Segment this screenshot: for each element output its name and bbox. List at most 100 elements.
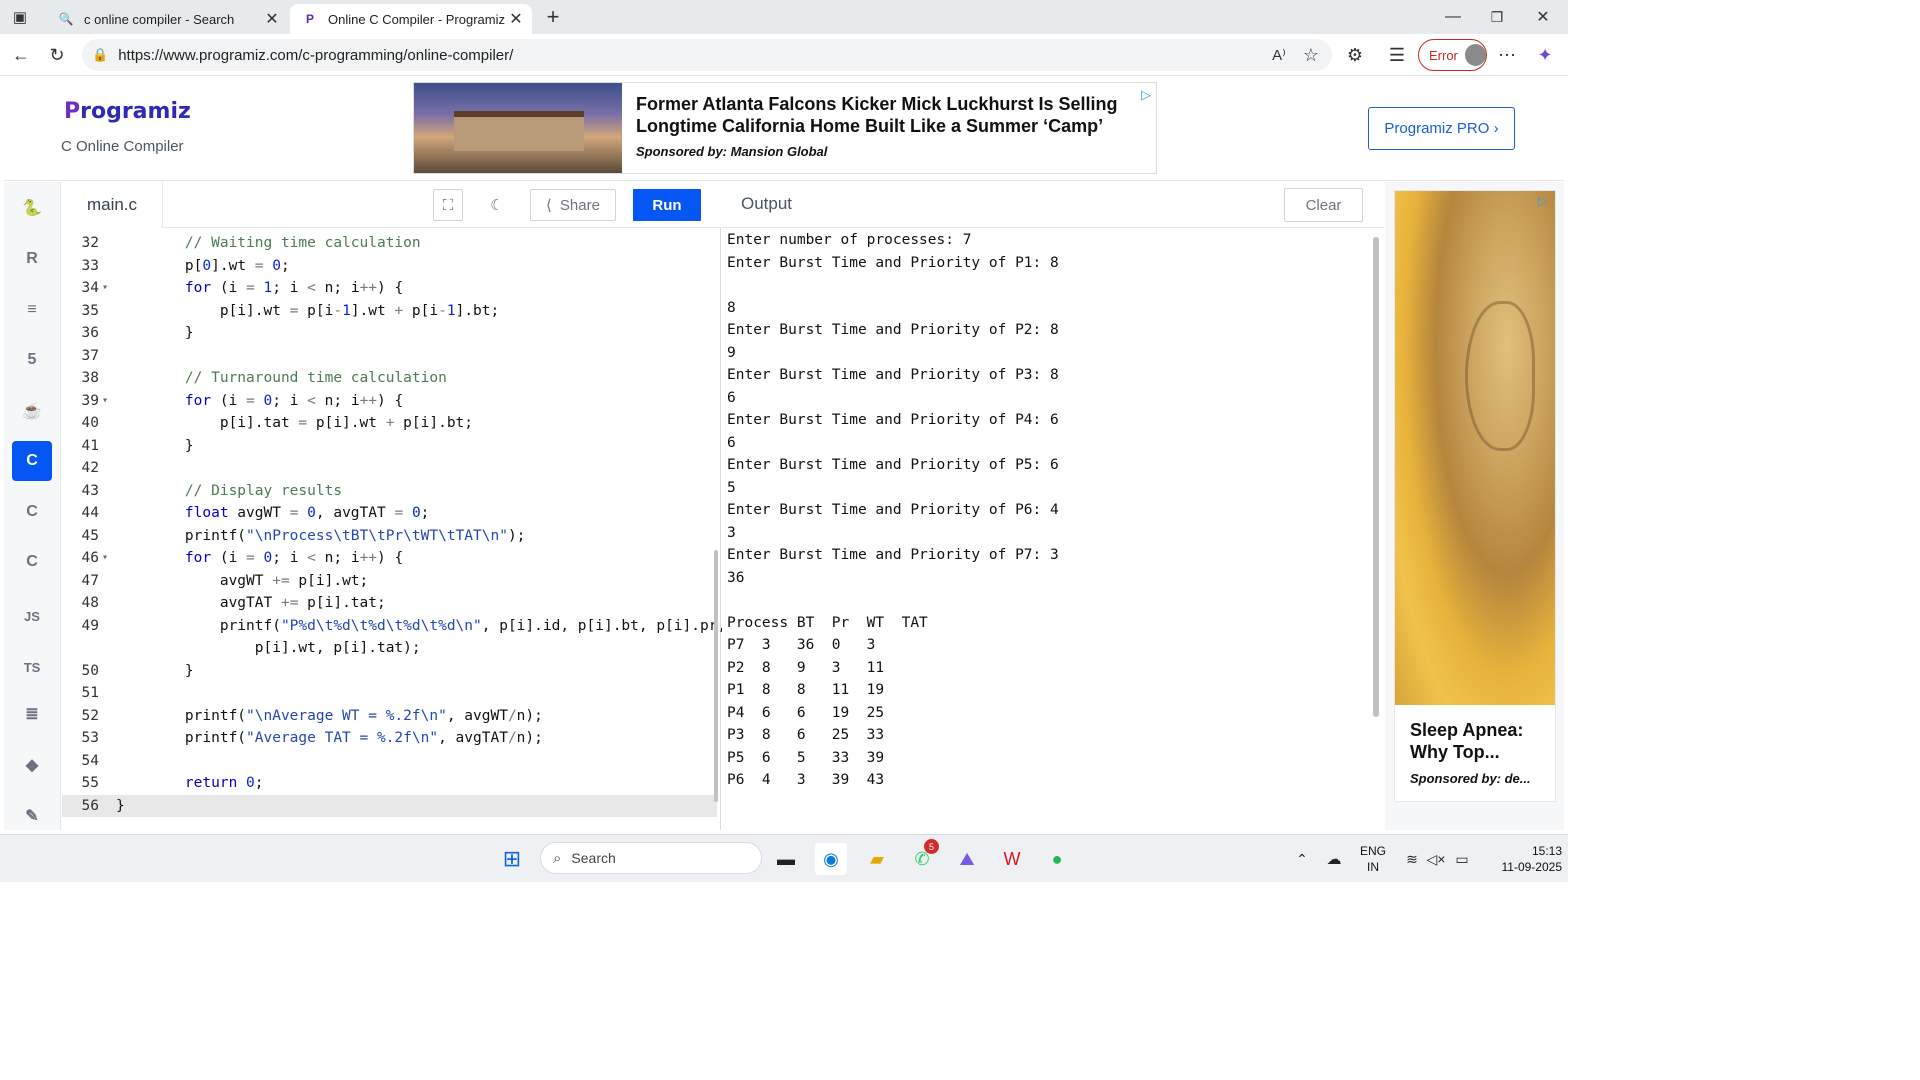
code-area[interactable]: 32 // Waiting time calculation 33 p[0].wt… [62,232,727,817]
refresh-icon[interactable]: ↻ [44,42,70,68]
windows-taskbar: ⊞ ⌕ Search ▬ ◉ ▰ ✆ 5 ⛰ W ● ⌃ ☁ ENG IN ≋ ◁×… [0,834,1568,882]
onedrive-icon[interactable]: ☁ [1318,843,1350,875]
code-line[interactable]: 37 [62,345,717,368]
code-line[interactable]: 36 } [62,322,717,345]
code-line[interactable]: 56} [62,794,717,817]
fold-arrow-icon[interactable]: ▾ [102,547,108,570]
chevron-up-icon[interactable]: ⌃ [1286,843,1318,875]
windows-start-icon[interactable]: ⊞ [496,843,528,875]
adchoices-icon[interactable]: ▷ [1538,193,1548,209]
close-window-icon[interactable]: ✕ [1530,4,1556,30]
code-line[interactable]: 53 printf("Average TAT = %.2f\n", avgTAT… [62,727,717,750]
ad-banner[interactable]: Former Atlanta Falcons Kicker Mick Luckh… [413,82,1157,174]
code-line[interactable]: p[i].wt, p[i].tat); [62,637,717,660]
copilot-icon[interactable]: ✦ [1532,42,1558,68]
edge-icon[interactable]: ◉ [815,843,847,875]
url-field[interactable]: 🔒 https://www.programiz.com/c-programmin… [82,39,1332,71]
fold-arrow-icon[interactable]: ▾ [102,390,108,413]
tab-actions-icon[interactable]: ▣ [8,6,32,28]
share-button[interactable]: ⟨ Share [530,189,616,221]
sidebar-item-cpp[interactable]: C [12,542,52,582]
sidebar-item-ts[interactable]: TS [12,647,52,687]
code-line[interactable]: 55 return 0; [62,772,717,795]
adchoices-icon[interactable]: ▷ [1141,87,1151,103]
extensions-icon[interactable]: ⚙ [1342,42,1368,68]
tab-programiz[interactable]: P Online C Compiler - Programiz ✕ [290,4,532,34]
restore-icon[interactable]: ❐ [1484,4,1510,30]
code-line[interactable]: 44 float avgWT = 0, avgTAT = 0; [62,502,717,525]
code-line[interactable]: 41 } [62,435,717,458]
code-line[interactable]: 38 // Turnaround time calculation [62,367,717,390]
sidebar-item-swift[interactable]: ◆ [12,745,52,785]
output-console[interactable]: Enter number of processes: 7 Enter Burst … [727,229,1059,792]
code-text: p[i].wt = p[i-1].wt + p[i-1].bt; [150,302,500,319]
error-label: Error [1429,47,1458,63]
code-line[interactable]: 40 p[i].tat = p[i].wt + p[i].bt; [62,412,717,435]
fullscreen-button[interactable]: ⛶ [433,189,463,221]
line-number: 41 [81,437,99,454]
sidebar-item-sql[interactable]: ≡ [12,290,52,330]
code-line[interactable]: 50 } [62,660,717,683]
code-line[interactable]: 33 p[0].wt = 0; [62,255,717,278]
sidebar-item-html[interactable]: 5 [12,340,52,380]
code-line[interactable]: 35 p[i].wt = p[i-1].wt + p[i-1].bt; [62,300,717,323]
taskbar-search[interactable]: ⌕ Search [540,842,762,874]
code-line[interactable]: 42 [62,457,717,480]
battery-icon[interactable]: ▭ [1446,843,1478,875]
sidebar-item-java[interactable]: ☕ [12,391,52,431]
code-text: // Turnaround time calculation [150,370,447,386]
output-scrollbar[interactable] [1373,237,1379,717]
clear-button[interactable]: Clear [1284,188,1363,222]
spotify-icon[interactable]: ● [1041,843,1073,875]
more-icon[interactable]: ⋯ [1494,42,1520,68]
code-line[interactable]: 54 [62,750,717,773]
code-line[interactable]: 48 avgTAT += p[i].tat; [62,592,717,615]
sidebar-item-r[interactable]: R [12,239,52,279]
sidebar-item-go[interactable]: ≣ [12,694,52,734]
sidebar-item-js[interactable]: JS [12,596,52,636]
java-icon: ☕ [22,403,42,420]
close-tab-icon[interactable]: ✕ [262,9,282,29]
code-line[interactable]: 51 [62,682,717,705]
close-tab-icon[interactable]: ✕ [506,9,526,29]
new-tab-icon[interactable]: + [540,4,566,30]
photos-icon[interactable]: ⛰ [951,843,983,875]
lock-icon: 🔒 [92,47,109,62]
code-line[interactable]: 32 // Waiting time calculation [62,232,717,255]
fold-arrow-icon[interactable]: ▾ [102,277,108,300]
code-line[interactable]: 43 // Display results [62,480,717,503]
task-view-icon[interactable]: ▬ [770,843,802,875]
read-aloud-icon[interactable]: A⁾ [1266,42,1292,68]
sidebar-item-python[interactable]: 🐍 [12,188,52,228]
back-icon[interactable]: ← [8,42,34,68]
wps-office-icon[interactable]: W [996,843,1028,875]
whatsapp-icon[interactable]: ✆ 5 [906,839,939,875]
dark-mode-button[interactable]: ☾ [482,189,512,221]
system-clock[interactable]: 15:13 11-09-2025 [1478,843,1563,875]
sidebar-item-c[interactable]: C [12,441,52,481]
file-explorer-icon[interactable]: ▰ [861,843,893,875]
minimize-icon[interactable]: — [1440,4,1466,30]
tab-search[interactable]: 🔍 c online compiler - Search ✕ [46,4,288,34]
code-line[interactable]: 46 ▾ for (i = 0; i < n; i++) { [62,547,717,570]
code-line[interactable]: 47 avgWT += p[i].wt; [62,570,717,593]
programiz-pro-button[interactable]: Programiz PRO › [1368,107,1515,150]
favorite-star-icon[interactable]: ☆ [1298,42,1324,68]
file-tab-main-c[interactable]: main.c [62,182,163,228]
editor-scrollbar[interactable] [714,550,718,802]
run-button[interactable]: Run [633,189,701,221]
code-line[interactable]: 49 printf("P%d\t%d\t%d\t%d\t%d\n", p[i].… [62,615,727,638]
language-indicator[interactable]: ENG IN [1356,843,1390,875]
sidebar-ad[interactable]: ▷ Sleep Apnea: Why Top... Sponsored by: … [1394,190,1556,802]
sidebar-item-csharp[interactable]: C [12,492,52,532]
code-line[interactable]: 39 ▾ for (i = 0; i < n; i++) { [62,390,717,413]
code-line[interactable]: 34 ▾ for (i = 1; i < n; i++) { [62,277,717,300]
code-line[interactable]: 52 printf("\nAverage WT = %.2f\n", avgWT… [62,705,717,728]
code-line[interactable]: 45 printf("\nProcess\tBT\tPr\tWT\tTAT\n"… [62,525,717,548]
sidebar-item-rust[interactable]: ✎ [12,796,52,836]
profile-error-button[interactable]: Error [1418,39,1487,71]
programiz-logo[interactable]: Programiz [64,99,191,124]
line-number: 56 [81,797,99,814]
favorites-icon[interactable]: ☰ [1384,42,1410,68]
